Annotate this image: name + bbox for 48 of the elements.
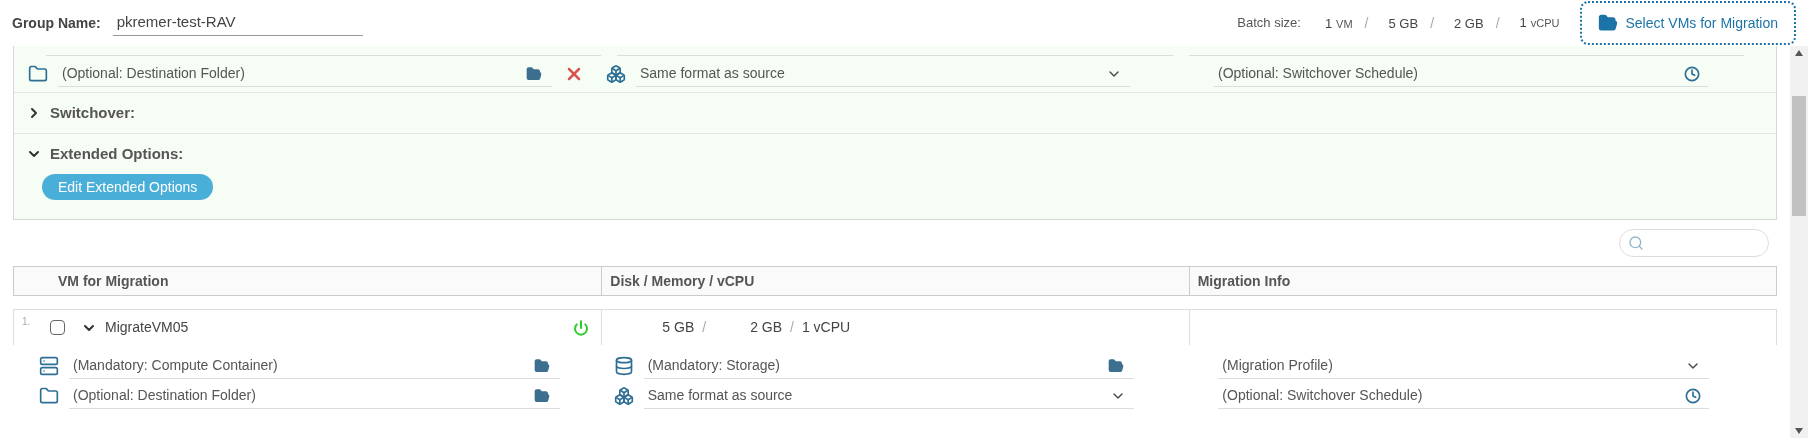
section-toggle[interactable]: Extended Options: [26, 134, 1764, 174]
separator: / [1364, 13, 1369, 33]
batch-size-label: Batch size: [1237, 14, 1301, 33]
column-header: VM for Migration [57, 271, 170, 291]
section-toggle[interactable]: Switchover: [26, 93, 1764, 133]
scroll-up-icon[interactable] [1795, 50, 1803, 56]
batch-unit: VM [1336, 16, 1353, 32]
field[interactable]: Same format as source [636, 61, 1130, 87]
field[interactable]: (Optional: Destination Folder) [69, 383, 560, 409]
batch-value: 5 GB [1388, 14, 1419, 33]
batch-value: 1 [1324, 14, 1333, 33]
column-header: Disk / Memory / vCPU [601, 267, 1189, 295]
vcpu-count: 1 vCPU [801, 318, 851, 337]
row-number: 1. [22, 315, 32, 329]
field[interactable]: (Optional: Destination Folder) [58, 61, 552, 87]
column-header: Migration Info [1188, 267, 1776, 295]
search-icon [1628, 235, 1644, 251]
field[interactable]: (Optional: Switchover Schedule) [1218, 383, 1709, 409]
separator: / [790, 318, 794, 337]
folder-icon [28, 64, 48, 84]
field[interactable]: (Mandatory: Compute Container) [69, 353, 560, 379]
open-folder-icon[interactable] [524, 65, 544, 82]
batch-value: 1 [1519, 14, 1527, 33]
scrollbar-thumb[interactable] [1792, 96, 1806, 216]
field[interactable]: (Mandatory: Storage) [643, 353, 1135, 379]
field[interactable]: Same format as source [643, 383, 1135, 409]
clock-icon[interactable] [1684, 65, 1700, 82]
batch-value: 2 GB [1454, 14, 1484, 33]
server-icon [39, 356, 59, 376]
row-checkbox[interactable] [50, 320, 65, 335]
separator: / [1495, 13, 1500, 33]
field[interactable]: (Migration Profile) [1218, 353, 1709, 379]
separator: / [702, 318, 707, 337]
clock-icon[interactable] [1685, 387, 1701, 404]
disk-size: 5 GB [662, 318, 695, 337]
open-folder-icon [1597, 13, 1618, 33]
memory-size: 2 GB [750, 318, 783, 337]
folder-icon [39, 386, 59, 406]
group-name-label: Group Name: [12, 13, 101, 33]
blocks-icon [613, 386, 634, 406]
vm-name: MigrateVM05 [105, 318, 189, 337]
database-icon [613, 356, 634, 376]
group-name-field[interactable]: pkremer-test-RAV [112, 10, 363, 36]
blocks-icon [606, 64, 626, 84]
batch-unit: vCPU [1530, 16, 1560, 32]
separator: / [1430, 13, 1434, 33]
scroll-down-icon[interactable] [1795, 428, 1803, 434]
field[interactable]: (Optional: Switchover Schedule) [1214, 61, 1708, 87]
